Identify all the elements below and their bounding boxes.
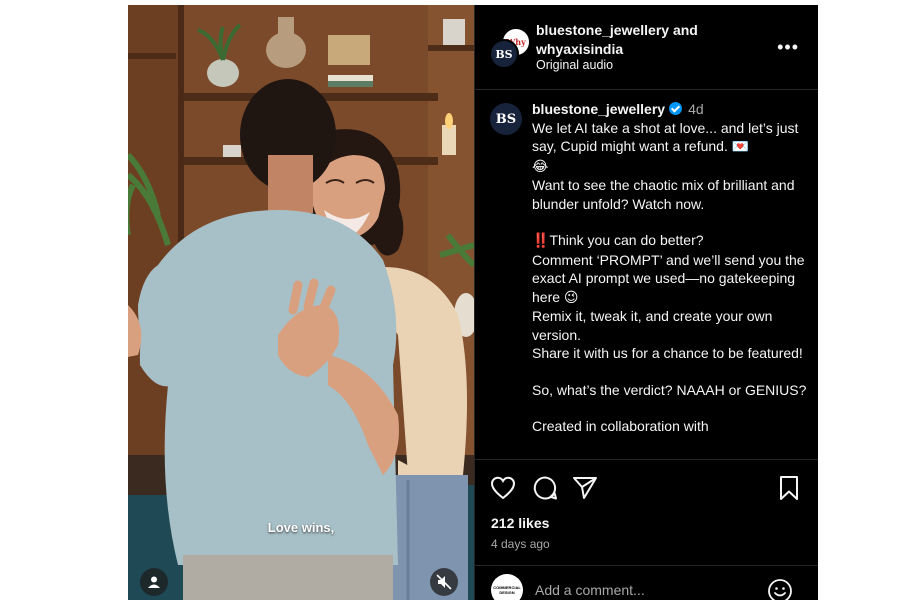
bookmark-icon: [780, 476, 798, 500]
caption-username[interactable]: bluestone_jewellery: [532, 101, 665, 117]
caption-line: So, what’s the verdict? NAAAH or GENIUS?: [532, 381, 807, 398]
verified-badge-icon: [669, 102, 683, 115]
action-bar: 212 likes 4 days ago: [475, 459, 818, 551]
caption-line: Want to see the chaotic mix of brilliant…: [532, 177, 795, 212]
comment-icon: [533, 476, 557, 500]
heart-icon: [490, 476, 516, 500]
post-sidebar: Why BS bluestone_jewellery and whyaxisin…: [474, 5, 818, 600]
post-timestamp[interactable]: 4 days ago: [491, 537, 550, 551]
caption-section: BS bluestone_jewellery 4d We let AI take …: [475, 90, 818, 459]
more-icon: •••: [777, 37, 799, 57]
double-exclamation-emoji: ‼️: [532, 233, 550, 249]
send-icon: [573, 477, 597, 499]
post-modal: Love wins, Why BS bluestone_jewellery an…: [128, 5, 818, 600]
emoji-icon: [768, 579, 792, 600]
caption-text: bluestone_jewellery 4d We let AI take a s…: [532, 100, 807, 436]
more-options-button[interactable]: •••: [777, 37, 799, 58]
caption-time[interactable]: 4d: [688, 101, 704, 117]
tag-button[interactable]: [140, 568, 168, 596]
username-link-1[interactable]: bluestone_jewellery: [536, 22, 669, 38]
caption-line: ‼️Think you can do better?: [532, 232, 704, 249]
laughing-emoji: 😂: [532, 158, 549, 175]
emoji-button[interactable]: [767, 578, 793, 600]
comment-input[interactable]: [535, 580, 755, 600]
audio-link[interactable]: Original audio: [536, 58, 613, 72]
mute-button[interactable]: [430, 568, 458, 596]
save-button[interactable]: [775, 474, 803, 502]
caption-line: Remix it, tweak it, and create your own …: [532, 308, 773, 343]
share-button[interactable]: [571, 474, 599, 502]
post-header: Why BS bluestone_jewellery and whyaxisin…: [475, 5, 818, 90]
love-letter-emoji: 💌: [731, 139, 750, 155]
collab-avatars[interactable]: Why BS: [489, 27, 531, 69]
likes-count[interactable]: 212 likes: [491, 515, 549, 531]
comment-bar: COMMERCIAL DESIGN: [475, 565, 818, 600]
video-frame-illustration: [128, 5, 474, 600]
current-user-avatar: COMMERCIAL DESIGN: [491, 574, 523, 600]
caption-avatar[interactable]: BS: [490, 103, 522, 135]
speaker-muted-icon: [436, 574, 452, 590]
like-button[interactable]: [489, 474, 517, 502]
user-tag-icon: [148, 576, 160, 588]
username-link-2[interactable]: whyaxisindia: [536, 41, 623, 57]
caption-line: Comment ‘PROMPT’ and we’ll send you the …: [532, 251, 805, 306]
collab-names: bluestone_jewellery and whyaxisindia: [536, 21, 756, 59]
comment-button[interactable]: [531, 474, 559, 502]
wink-emoji: 😉: [563, 289, 579, 306]
avatar-bluestone[interactable]: BS: [489, 39, 519, 69]
post-video[interactable]: Love wins,: [128, 5, 474, 600]
caption-line: We let AI take a shot at love... and let…: [532, 119, 799, 175]
caption-line: Share it with us for a chance to be feat…: [532, 345, 803, 361]
joiner-text: and: [672, 22, 698, 38]
caption-line: Created in collaboration with: [532, 418, 709, 434]
video-subtitle: Love wins,: [267, 520, 335, 535]
